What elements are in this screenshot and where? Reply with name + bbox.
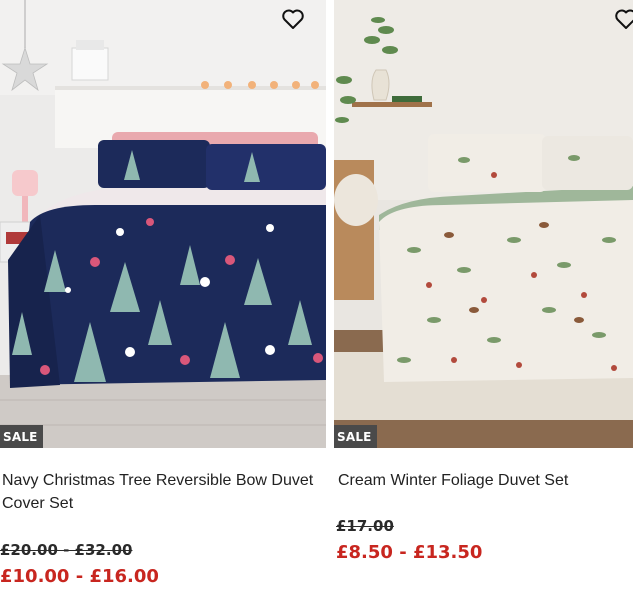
sale-badge: SALE xyxy=(0,425,43,448)
product-title-line1: Cream Winter Foliage Duvet Set xyxy=(338,472,569,489)
product-image-navy-duvet[interactable]: SALE xyxy=(0,0,326,448)
bedroom-scene-navy xyxy=(0,0,326,448)
was-price: £20.00 - £32.00 xyxy=(0,541,133,559)
product-title-line2: Cover Set xyxy=(2,495,74,512)
product-title-link[interactable]: Cream Winter Foliage Duvet Set xyxy=(338,469,568,492)
product-title-line1: Navy Christmas Tree Reversible Bow Duvet xyxy=(2,472,314,489)
wishlist-heart-icon[interactable] xyxy=(280,6,306,32)
sale-badge: SALE xyxy=(334,425,377,448)
bedroom-scene-cream xyxy=(334,0,633,448)
product-title-link[interactable]: Navy Christmas Tree Reversible Bow Duvet… xyxy=(2,469,313,515)
product-card-cream-foliage[interactable]: SALE Cream Winter Foliage Duvet Set £17.… xyxy=(334,0,633,563)
product-card-navy-christmas[interactable]: SALE Navy Christmas Tree Reversible Bow … xyxy=(0,0,326,587)
sale-price: £8.50 - £13.50 xyxy=(336,542,483,563)
wishlist-heart-icon[interactable] xyxy=(613,6,633,32)
sale-price: £10.00 - £16.00 xyxy=(0,566,159,587)
product-image-cream-duvet[interactable]: SALE xyxy=(334,0,633,448)
was-price: £17.00 xyxy=(336,517,394,535)
